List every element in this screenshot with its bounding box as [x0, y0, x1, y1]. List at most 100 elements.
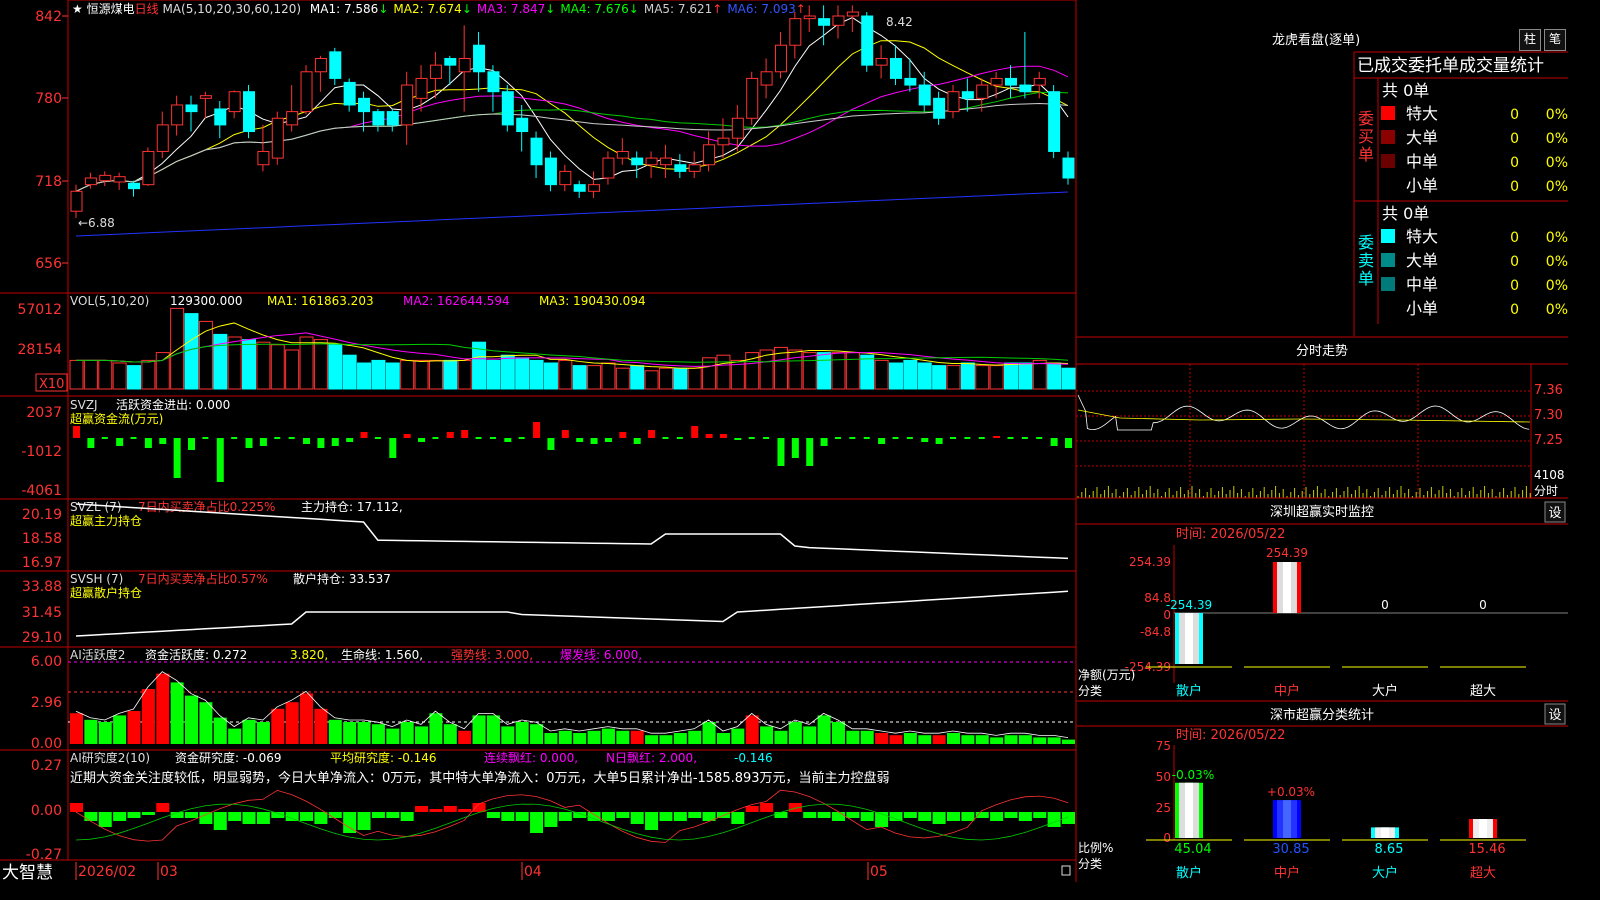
svzj-bar — [863, 437, 870, 439]
sz-tick: 254.39 — [1129, 555, 1171, 569]
ai-active-bar — [141, 689, 155, 744]
svsh-tick: 29.10 — [22, 630, 62, 646]
ai-research-bar — [486, 812, 500, 818]
volume-bar — [443, 359, 458, 390]
candle-body — [1033, 77, 1046, 86]
stock-name[interactable]: 恒源煤电 — [87, 2, 135, 16]
volume-bar — [601, 362, 616, 390]
ai-active-bar — [443, 724, 457, 744]
ai-research-bar — [314, 812, 328, 824]
svzj-bar — [403, 434, 411, 438]
date-label: 2026/02 — [78, 864, 136, 880]
candle-body — [70, 190, 83, 212]
candle-body — [1019, 84, 1032, 93]
ai-research-bar — [903, 812, 917, 818]
svzj-bar — [806, 438, 814, 466]
candle-body — [1048, 91, 1061, 152]
volume-bar — [960, 362, 975, 390]
svzj-bar — [734, 438, 742, 440]
favorite-star-icon[interactable]: ★ — [72, 2, 83, 16]
ai-active-bar — [256, 722, 270, 744]
svzj-bar — [101, 437, 108, 439]
svzj-bar — [446, 432, 454, 438]
ai-research-bar — [113, 812, 127, 821]
volume-bar — [1003, 362, 1018, 390]
ai-research-bar — [860, 812, 874, 821]
svzj-bar — [504, 438, 512, 442]
buy-color-swatch — [1381, 154, 1395, 168]
sz-set-button: 设 — [1548, 506, 1561, 521]
ai-research-bar — [601, 812, 615, 821]
svsh-line: 7日内买卖净占比0.57% — [138, 571, 268, 586]
volume-bar — [543, 362, 558, 390]
cls-tick: 25 — [1156, 801, 1171, 815]
svzj-line: 活跃资金进出: 0.000 — [116, 397, 230, 412]
cls-tick: 75 — [1156, 739, 1171, 753]
sz-bar-label: 254.39 — [1266, 546, 1308, 560]
candle-body — [142, 150, 155, 186]
ai-active-bar — [515, 722, 529, 744]
ai-active-bar — [1062, 739, 1075, 744]
ai-research-bar — [371, 812, 385, 818]
ai-active-bar — [817, 715, 831, 744]
svzj-bar — [576, 438, 584, 442]
ai-research-c: 连续飘红: 0.000, — [484, 750, 578, 765]
volume-bar — [946, 365, 961, 390]
candle-body — [832, 15, 845, 26]
volume-bar — [989, 365, 1004, 390]
ai-active-bar — [860, 730, 874, 744]
candle-body — [530, 137, 543, 166]
sell-row-count: 0 — [1510, 230, 1519, 246]
sz-bar-label: 0 — [1381, 598, 1389, 612]
ai-research-bar — [760, 803, 774, 812]
svzj-bar — [662, 437, 669, 439]
volume-bar — [903, 359, 918, 390]
vol-unit: X10 — [39, 377, 64, 392]
ai-research-bar — [803, 812, 817, 818]
svzj-bar — [676, 437, 683, 439]
ma-1-arrow: ↓ — [378, 2, 389, 16]
ai-active-bar — [127, 711, 141, 744]
candle-body — [516, 117, 529, 133]
volume-bar — [342, 354, 357, 390]
svzj-bar — [547, 438, 555, 450]
volume-bar — [788, 349, 803, 390]
main-axis-tick: 656 — [35, 256, 62, 272]
bar-mode-button[interactable]: 柱 — [1519, 29, 1541, 51]
svzj-bar — [518, 437, 525, 439]
ai-research-bar — [415, 806, 429, 812]
volume-bar — [1032, 359, 1047, 390]
ma-1-value: MA1: 7.586 — [309, 2, 379, 16]
ai-active-bar — [975, 735, 989, 744]
svzj-bar — [719, 434, 727, 438]
svzj-bar — [216, 438, 224, 482]
sell-row-count: 0 — [1510, 278, 1519, 294]
svzj-bar — [389, 438, 397, 458]
ai-research-bar — [530, 812, 544, 833]
volume-bar — [529, 359, 544, 390]
candle-body — [889, 57, 902, 79]
candle-body — [717, 137, 730, 146]
tick-mode-button[interactable]: 笔 — [1544, 29, 1566, 51]
candle-body — [789, 18, 802, 46]
ai-active-bar — [357, 722, 371, 744]
ai-active-bar — [285, 702, 299, 744]
ai-active-bar — [673, 733, 687, 744]
ai-active-bar — [616, 730, 630, 744]
sz-bar-label: 0 — [1479, 598, 1487, 612]
svsh-hold: 散户持仓: 33.537 — [293, 571, 391, 586]
ai-research-bar — [386, 812, 400, 818]
ai-research-b: 平均研究度: -0.146 — [330, 750, 437, 765]
cls-cat: 大户 — [1372, 865, 1398, 881]
ai-research-bar — [515, 812, 529, 821]
ai-research-title: AI研究度2(10) — [70, 750, 150, 765]
candle-body — [185, 104, 198, 113]
ai-research-bar — [98, 812, 112, 827]
ai-active-title: AI活跃度2 — [70, 647, 125, 662]
sz-bar-highlight — [1283, 562, 1291, 613]
period-label[interactable]: 日线 — [135, 2, 159, 16]
buy-row-count: 0 — [1510, 179, 1519, 195]
ai-active-bar — [185, 695, 199, 744]
sell-row-pct: 0% — [1546, 254, 1568, 270]
svzj-bar — [849, 437, 856, 439]
